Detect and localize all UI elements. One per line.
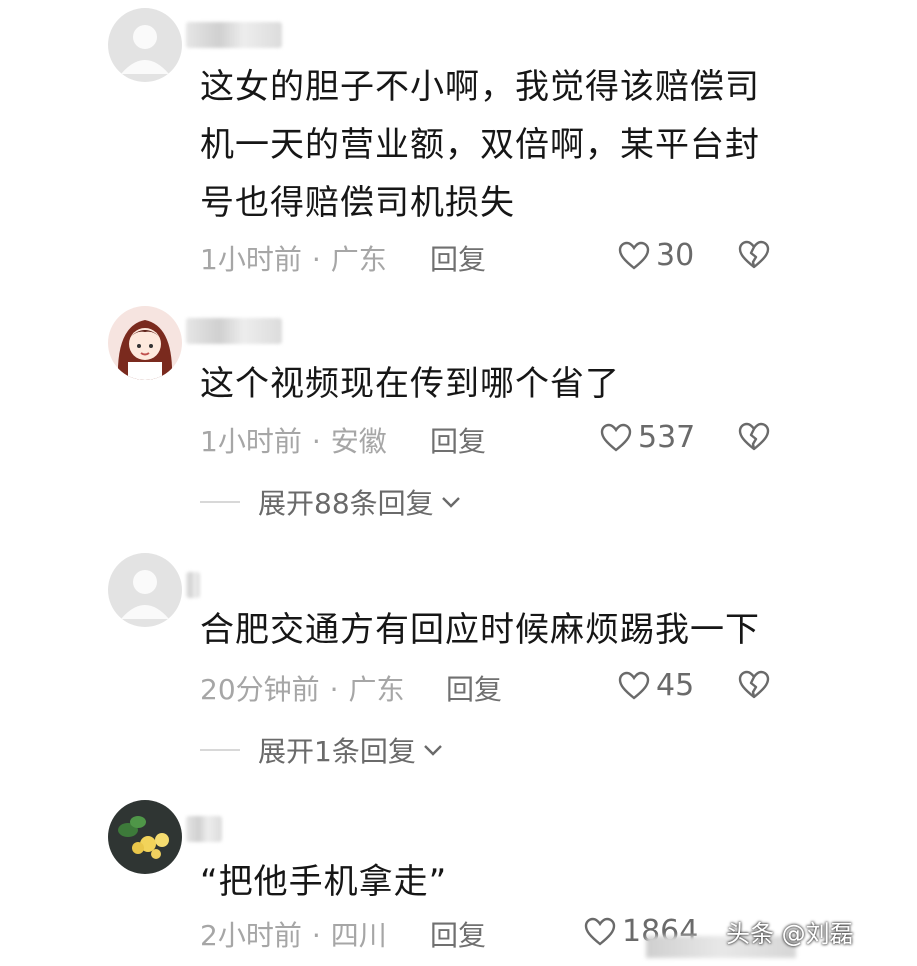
like-count: 45	[656, 668, 695, 703]
dislike-button[interactable]	[738, 422, 770, 456]
comment-text: 这个视频现在传到哪个省了	[200, 364, 620, 404]
comment-time: 1小时前	[200, 425, 302, 458]
comment-meta: 2小时前 · 四川	[200, 914, 387, 954]
username-blurred[interactable]	[186, 22, 282, 48]
comment-meta: 1小时前 · 安徽	[200, 420, 387, 460]
broken-heart-icon	[738, 670, 770, 699]
comment-time: 2小时前	[200, 919, 302, 952]
heart-icon	[618, 241, 650, 270]
expand-replies-label: 展开1条回复	[258, 735, 416, 768]
heart-icon	[584, 917, 616, 946]
separator-dot: ·	[329, 673, 339, 706]
separator-dot: ·	[311, 425, 321, 458]
expand-replies-button[interactable]: 展开1条回复	[200, 730, 444, 770]
comment-location: 广东	[330, 243, 387, 276]
like-count: 30	[656, 238, 695, 273]
dislike-button[interactable]	[738, 240, 770, 274]
comment-text: 这女的胆子不小啊，我觉得该赔偿司机一天的营业额，双倍啊，某平台封号也得赔偿司机损…	[200, 67, 760, 223]
dislike-button[interactable]	[738, 670, 770, 704]
watermark: 头条 @刘磊	[726, 920, 854, 948]
chevron-down-icon	[423, 745, 442, 756]
comment-text: 合肥交通方有回应时候麻烦踢我一下	[200, 610, 760, 650]
expand-replies-button[interactable]: 展开88条回复	[200, 482, 462, 522]
expand-replies-label: 展开88条回复	[258, 487, 434, 520]
username-blurred[interactable]	[186, 816, 222, 842]
avatar-flowers[interactable]	[108, 800, 182, 874]
divider-line	[200, 749, 240, 751]
comment-location: 广东	[348, 673, 405, 706]
avatar-girl[interactable]	[108, 306, 182, 380]
like-button[interactable]: 30	[618, 238, 694, 273]
chevron-down-icon	[441, 497, 460, 508]
heart-icon	[600, 423, 632, 452]
avatar-default[interactable]	[108, 8, 182, 82]
broken-heart-icon	[738, 422, 770, 451]
heart-icon	[618, 671, 650, 700]
comment-location: 四川	[330, 919, 387, 952]
separator-dot: ·	[311, 243, 321, 276]
reply-button[interactable]: 回复	[430, 914, 486, 954]
comment-text: “把他手机拿走”	[200, 862, 448, 902]
reply-button[interactable]: 回复	[446, 668, 502, 708]
divider-line	[200, 501, 240, 503]
reply-button[interactable]: 回复	[430, 238, 486, 278]
username-blurred[interactable]	[186, 572, 200, 598]
reply-button[interactable]: 回复	[430, 420, 486, 460]
comment-location: 安徽	[330, 425, 387, 458]
broken-heart-icon	[738, 240, 770, 269]
comment-time: 20分钟前	[200, 673, 320, 706]
like-button[interactable]: 537	[600, 420, 695, 455]
like-count: 537	[638, 420, 696, 455]
separator-dot: ·	[311, 919, 321, 952]
avatar-default[interactable]	[108, 553, 182, 627]
like-button[interactable]: 45	[618, 668, 694, 703]
comment-meta: 20分钟前 · 广东	[200, 668, 405, 708]
comment-meta: 1小时前 · 广东	[200, 238, 387, 278]
username-blurred[interactable]	[186, 318, 282, 344]
comment-time: 1小时前	[200, 243, 302, 276]
